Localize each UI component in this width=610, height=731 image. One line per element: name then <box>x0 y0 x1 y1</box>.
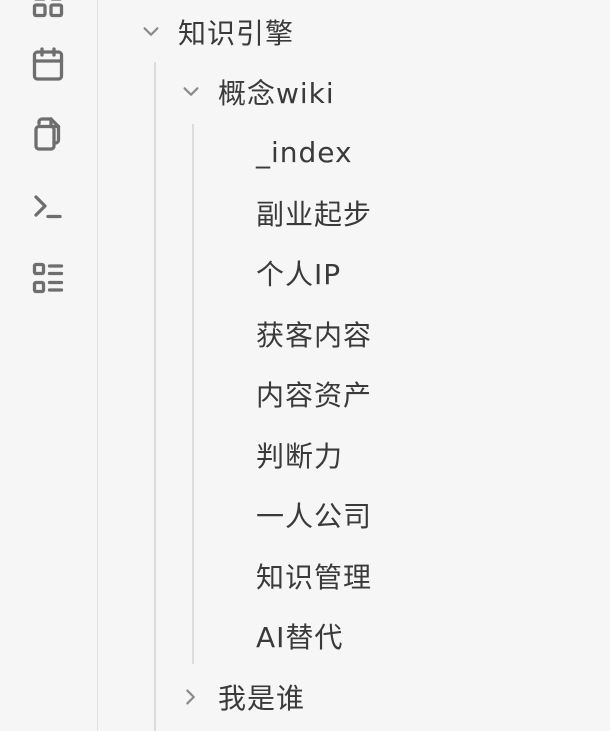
copy-icon[interactable] <box>24 110 72 158</box>
file-item[interactable]: _index <box>256 130 353 174</box>
file-item[interactable]: 副业起步 <box>256 191 372 235</box>
file-item[interactable]: 知识管理 <box>256 554 372 598</box>
folder-zhishi-yinqing[interactable]: 知识引擎 <box>140 10 294 54</box>
chevron-down-icon[interactable] <box>140 21 162 43</box>
folder-label: 概念wiki <box>218 77 335 110</box>
file-explorer-tree: 知识引擎 概念wiki _index 副业起步 个人IP 获客内容 内容资产 判… <box>98 0 610 731</box>
list-icon[interactable] <box>24 254 72 302</box>
left-ribbon <box>0 0 98 731</box>
folder-label: 知识引擎 <box>178 17 295 50</box>
calendar-icon[interactable] <box>24 40 72 88</box>
indent-guide-root <box>154 62 156 731</box>
folder-label: 我是谁 <box>218 682 306 715</box>
grid-icon[interactable] <box>24 0 72 26</box>
file-item[interactable]: 一人公司 <box>256 493 372 537</box>
file-item[interactable]: AI替代 <box>256 614 343 658</box>
chevron-down-icon[interactable] <box>180 81 202 103</box>
folder-concept-wiki[interactable]: 概念wiki <box>180 70 335 114</box>
file-item[interactable]: 个人IP <box>256 251 341 295</box>
terminal-icon[interactable] <box>24 182 72 230</box>
chevron-right-icon[interactable] <box>180 686 202 708</box>
folder-who-am-i[interactable]: 我是谁 <box>180 675 305 719</box>
file-item[interactable]: 判断力 <box>256 433 343 477</box>
indent-guide-concept-wiki <box>192 124 194 664</box>
file-item[interactable]: 内容资产 <box>256 372 372 416</box>
app-window: 知识引擎 概念wiki _index 副业起步 个人IP 获客内容 内容资产 判… <box>0 0 610 731</box>
file-item[interactable]: 获客内容 <box>256 312 372 356</box>
